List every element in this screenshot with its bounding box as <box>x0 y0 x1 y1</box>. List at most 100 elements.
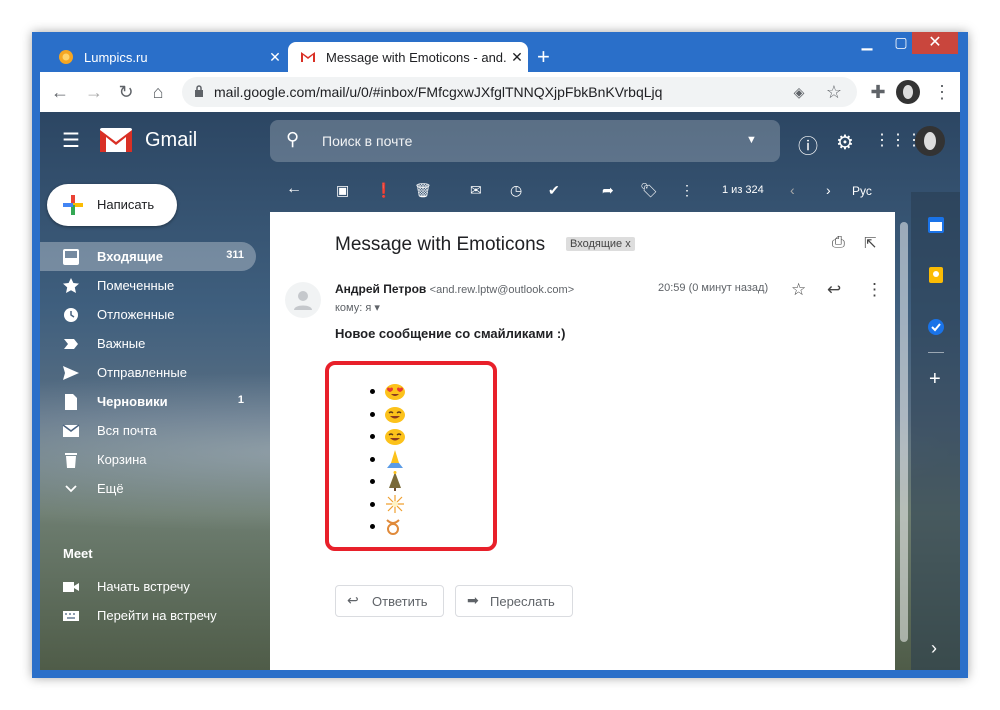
bullet <box>370 524 375 529</box>
inbox-label-chip[interactable]: Входящие x <box>566 237 635 251</box>
reply-icon[interactable]: ↩ <box>827 280 841 300</box>
forward-arrow-icon[interactable]: → <box>82 80 106 104</box>
expand-panel-chevron-icon[interactable]: › <box>931 638 937 659</box>
recipients-dropdown-icon[interactable]: ▾ <box>374 302 380 314</box>
tab-close-button[interactable]: ✕ <box>506 49 528 66</box>
remove-label-icon[interactable]: x <box>625 238 631 250</box>
draft-icon <box>65 394 77 410</box>
christmas-tree-emoji <box>389 471 401 491</box>
print-icon[interactable]: ⎙ <box>832 234 845 252</box>
add-addon-icon[interactable]: + <box>929 368 941 391</box>
eye-icon[interactable]: ◈ <box>787 80 811 104</box>
keep-icon[interactable] <box>927 266 945 284</box>
tasks-icon[interactable] <box>927 318 945 336</box>
home-icon[interactable]: ⌂ <box>146 80 170 104</box>
search-placeholder: Поиск в почте <box>322 133 413 149</box>
mail-icon <box>62 424 80 437</box>
sidebar-item-snoozed[interactable]: Отложенные <box>40 300 256 329</box>
sidebar-item-sent[interactable]: Отправленные <box>40 358 256 387</box>
delete-icon[interactable]: 🗑 <box>414 182 432 212</box>
search-bar[interactable]: ⚲ Поиск в почте ▼ <box>270 120 780 162</box>
profile-avatar[interactable] <box>896 80 920 104</box>
bullet <box>370 411 375 417</box>
person-icon <box>294 291 312 310</box>
help-icon[interactable]: ⓘ <box>798 130 818 159</box>
archive-icon[interactable]: ▣ <box>336 182 349 212</box>
heart-eyes-emoji <box>385 384 405 400</box>
sidebar-item-label: Отложенные <box>97 307 175 322</box>
bullet <box>370 501 375 507</box>
bullet <box>370 389 375 394</box>
sender-name[interactable]: Андрей Петров <box>335 282 426 296</box>
back-arrow-icon[interactable]: ← <box>48 80 72 104</box>
grinning-emoji <box>385 406 405 423</box>
new-tab-button[interactable]: + <box>537 46 550 68</box>
message-pane: Message with Emoticons Входящие x ⎙ ⇱ Ан… <box>270 212 895 670</box>
bullet <box>370 479 375 484</box>
extensions-icon[interactable]: ✚ <box>866 80 890 104</box>
sidebar-item-trash[interactable]: Корзина <box>40 445 256 474</box>
bullet <box>370 456 375 462</box>
clock-icon <box>64 308 78 322</box>
meet-nav: Начать встречу Перейти на встречу <box>40 572 256 630</box>
label-icon[interactable]: 🏷 <box>640 182 658 212</box>
tab-gmail-message[interactable]: Message with Emoticons - and.re ✕ <box>288 42 528 72</box>
minimize-button[interactable]: ▁ <box>852 34 882 51</box>
input-language-dropdown[interactable]: Рус <box>852 184 872 214</box>
main-menu-icon[interactable]: ☰ <box>62 128 80 153</box>
older-chevron-icon[interactable]: › <box>826 182 831 212</box>
reply-arrow-icon: ↩ <box>347 592 359 608</box>
gmail-logo-icon[interactable] <box>100 128 132 152</box>
back-to-inbox-icon[interactable]: ← <box>286 180 302 210</box>
search-options-icon[interactable]: ▼ <box>746 134 757 146</box>
reply-button[interactable]: ↩ Ответить <box>335 585 444 617</box>
folded-hands-emoji <box>387 449 403 468</box>
report-spam-icon[interactable]: ❗ <box>375 182 392 212</box>
open-new-window-icon[interactable]: ⇱ <box>864 234 877 252</box>
gmail-brand: Gmail <box>145 129 198 151</box>
sidebar-item-drafts[interactable]: Черновики 1 <box>40 387 256 416</box>
bookmark-star-icon[interactable]: ☆ <box>822 80 846 104</box>
reply-button-label: Ответить <box>372 594 428 609</box>
calendar-icon[interactable] <box>927 216 945 234</box>
scrollbar[interactable] <box>900 222 908 642</box>
settings-gear-icon[interactable]: ⚙ <box>836 130 854 155</box>
sidebar-nav: Входящие 311 Помеченные Отложенные Важны… <box>40 242 256 503</box>
star-message-icon[interactable]: ☆ <box>791 280 806 300</box>
recipients-line[interactable]: кому: я ▾ <box>335 301 380 314</box>
sidebar-item-more[interactable]: Ещё <box>40 474 256 503</box>
forward-button-label: Переслать <box>490 594 555 609</box>
sidebar-item-important[interactable]: Важные <box>40 329 256 358</box>
reload-icon[interactable]: ↻ <box>114 80 138 104</box>
address-bar[interactable]: mail.google.com/mail/u/0/#inbox/FMfcgxwJ… <box>182 77 857 107</box>
lock-icon <box>195 85 203 97</box>
sidebar-item-starred[interactable]: Помеченные <box>40 271 256 300</box>
search-icon[interactable]: ⚲ <box>286 129 299 150</box>
tab-close-button[interactable]: ✕ <box>264 49 286 66</box>
newer-chevron-icon[interactable]: ‹ <box>790 182 795 212</box>
grinning-emoji <box>385 429 405 445</box>
sidebar-item-inbox[interactable]: Входящие 311 <box>40 242 256 271</box>
mark-unread-icon[interactable]: ✉ <box>470 182 482 212</box>
sender-email: <and.rew.lptw@outlook.com> <box>429 284 575 296</box>
message-more-icon[interactable]: ⋮ <box>866 280 883 300</box>
tab-lumpics[interactable]: Lumpics.ru ✕ <box>46 42 286 72</box>
move-to-icon[interactable]: ➦ <box>602 182 614 212</box>
url-text: mail.google.com/mail/u/0/#inbox/FMfcgxwJ… <box>214 84 663 100</box>
compose-button[interactable]: Написать <box>47 184 177 226</box>
taurus-emoji <box>386 519 400 535</box>
meet-join-meeting[interactable]: Перейти на встречу <box>40 601 256 630</box>
sender-avatar <box>285 282 321 318</box>
sidebar-item-all-mail[interactable]: Вся почта <box>40 416 256 445</box>
menu-dots-icon[interactable]: ⋮ <box>930 80 954 104</box>
account-avatar[interactable] <box>915 126 945 156</box>
add-task-icon[interactable]: ✔ <box>548 182 560 212</box>
sidebar-item-label: Корзина <box>97 452 147 467</box>
forward-button[interactable]: ➡ Переслать <box>455 585 573 617</box>
meet-start-meeting[interactable]: Начать встречу <box>40 572 256 601</box>
firework-emoji <box>386 494 404 513</box>
snooze-icon[interactable]: ◷ <box>510 182 522 212</box>
more-options-icon[interactable]: ⋮ <box>680 182 694 212</box>
sidebar-item-label: Ещё <box>97 481 124 496</box>
window-close-button[interactable]: ✕ <box>912 32 958 54</box>
